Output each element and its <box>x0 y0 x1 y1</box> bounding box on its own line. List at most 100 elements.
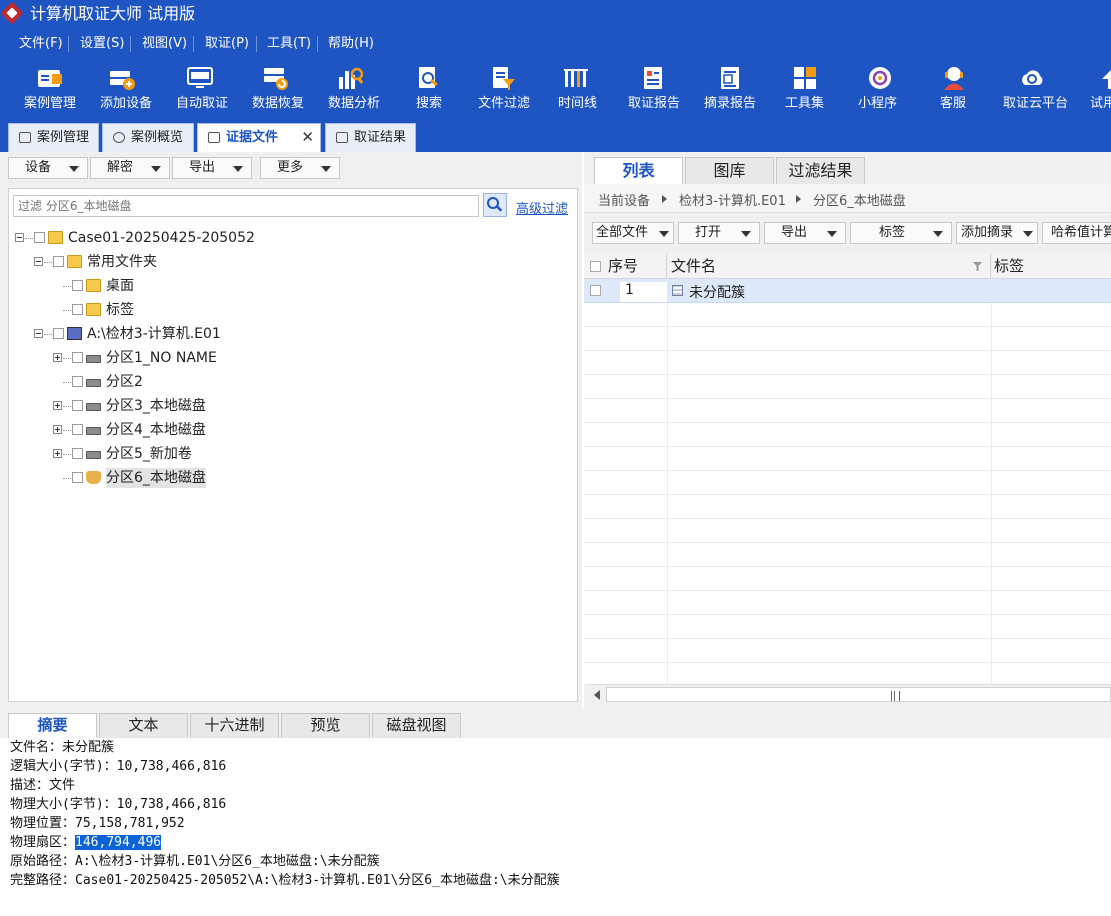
tag-dropdown[interactable]: 标签 <box>850 222 952 244</box>
tree-checkbox[interactable] <box>72 280 83 291</box>
open-dropdown[interactable]: 打开 <box>678 222 760 244</box>
prop-label: 完整路径： <box>10 873 76 888</box>
tree-checkbox[interactable] <box>72 352 83 363</box>
trial-button[interactable]: 试用 <box>1086 58 1111 118</box>
search-button[interactable] <box>483 193 507 217</box>
breadcrumb-item[interactable]: 当前设备 <box>598 190 650 209</box>
prop-value: 75,158,781,952 <box>75 816 185 831</box>
tab-list[interactable]: 列表 <box>594 157 683 184</box>
expand-icon[interactable] <box>53 425 62 434</box>
table-row <box>584 327 1111 351</box>
tree-checkbox[interactable] <box>72 472 83 483</box>
tree-checkbox[interactable] <box>72 448 83 459</box>
scrollbar-thumb[interactable] <box>606 687 1111 702</box>
menu-forensics[interactable]: 取证(P) <box>205 36 249 52</box>
prop-value-selected[interactable]: 146,794,496 <box>75 835 162 850</box>
collapse-icon[interactable] <box>15 233 24 242</box>
all-files-dropdown[interactable]: 全部文件 <box>592 222 674 244</box>
horizontal-scrollbar[interactable] <box>588 684 1111 705</box>
chevron-right-icon <box>796 195 801 203</box>
close-icon[interactable]: ✕ <box>301 124 314 151</box>
advanced-filter-link[interactable]: 高级过滤 <box>516 198 568 217</box>
expand-icon[interactable] <box>53 353 62 362</box>
row-checkbox[interactable] <box>590 285 601 296</box>
hash-calc-dropdown[interactable]: 哈希值计算 <box>1042 222 1111 244</box>
tree-checkbox[interactable] <box>53 256 64 267</box>
device-dropdown[interactable]: 设备 <box>8 157 88 179</box>
export-dropdown[interactable]: 导出 <box>172 157 252 179</box>
mini-program-button[interactable]: 小程序 <box>850 58 910 118</box>
toolset-button[interactable]: 工具集 <box>776 58 836 118</box>
tab-forensic-results[interactable]: 取证结果 <box>325 123 416 152</box>
customer-service-button[interactable]: 客服 <box>924 58 984 118</box>
breadcrumb-item[interactable]: 检材3-计算机.E01 <box>679 190 786 209</box>
tab-summary[interactable]: 摘要 <box>8 713 97 738</box>
tab-disk-view[interactable]: 磁盘视图 <box>372 713 461 738</box>
expand-icon[interactable] <box>53 401 62 410</box>
select-all-checkbox[interactable] <box>590 261 601 272</box>
mini-program-icon <box>869 67 891 89</box>
breadcrumb-item[interactable]: 分区6_本地磁盘 <box>813 190 906 209</box>
tab-filter-results[interactable]: 过滤结果 <box>776 157 865 184</box>
chevron-down-icon <box>321 166 331 172</box>
tab-gallery[interactable]: 图库 <box>685 157 774 184</box>
column-header-filename[interactable]: 文件名 <box>667 254 991 279</box>
tree-node-label: 分区2 <box>106 374 143 390</box>
tree-checkbox[interactable] <box>72 376 83 387</box>
tree-checkbox[interactable] <box>72 400 83 411</box>
collapse-icon[interactable] <box>34 257 43 266</box>
data-analysis-button[interactable]: 数据分析 <box>324 58 384 118</box>
file-filter-button[interactable]: 文件过滤 <box>476 58 536 118</box>
tree-connector <box>63 358 71 360</box>
table-row[interactable]: 1 未分配簇 <box>584 279 1111 303</box>
auto-forensics-button[interactable]: 自动取证 <box>172 58 232 118</box>
menu-help[interactable]: 帮助(H) <box>328 36 374 52</box>
tab-case-overview[interactable]: 案例概览 <box>102 123 194 152</box>
cloud-platform-button[interactable]: 取证云平台 <box>1000 58 1072 118</box>
tree-checkbox[interactable] <box>72 304 83 315</box>
forensic-report-button[interactable]: 取证报告 <box>626 58 686 118</box>
data-recovery-button[interactable]: 数据恢复 <box>248 58 308 118</box>
menu-settings[interactable]: 设置(S) <box>80 36 124 52</box>
toolbar-label: 添加设备 <box>100 96 153 111</box>
menu-file[interactable]: 文件(F) <box>19 36 63 52</box>
search-button[interactable]: 搜索 <box>400 58 460 118</box>
file-list-panel: 列表 图库 过滤结果 当前设备 检材3-计算机.E01 分区6_本地磁盘 全部文… <box>584 152 1111 708</box>
tree-checkbox[interactable] <box>34 232 45 243</box>
add-device-button[interactable]: 添加设备 <box>96 58 156 118</box>
prop-label: 物理大小(字节)： <box>10 797 117 812</box>
menu-separator <box>130 36 131 52</box>
tab-preview[interactable]: 预览 <box>281 713 370 738</box>
expand-icon[interactable] <box>53 449 62 458</box>
filter-funnel-icon[interactable] <box>973 262 982 271</box>
timeline-button[interactable]: 时间线 <box>552 58 612 118</box>
tree-checkbox[interactable] <box>72 424 83 435</box>
toolbar-label: 案例管理 <box>24 96 77 111</box>
scroll-left-icon[interactable] <box>594 690 600 700</box>
column-header-tag[interactable]: 标签 <box>991 254 1111 279</box>
export-list-dropdown[interactable]: 导出 <box>764 222 846 244</box>
decrypt-dropdown[interactable]: 解密 <box>90 157 170 179</box>
filter-input[interactable] <box>13 195 479 217</box>
menu-view[interactable]: 视图(V) <box>142 36 187 52</box>
tab-text[interactable]: 文本 <box>99 713 188 738</box>
case-management-button[interactable]: 案例管理 <box>20 58 80 118</box>
tab-label: 案例概览 <box>131 130 184 145</box>
tab-evidence-files[interactable]: 证据文件 ✕ <box>197 123 321 152</box>
collapse-icon[interactable] <box>34 329 43 338</box>
tab-case-management[interactable]: 案例管理 <box>8 123 99 152</box>
add-device-icon <box>110 71 135 90</box>
hard-drive-icon <box>86 403 101 411</box>
disk-image-icon <box>67 327 82 340</box>
column-header-label: 序号 <box>608 257 639 275</box>
table-row <box>584 375 1111 399</box>
tree-node-label: Case01-20250425-205052 <box>68 230 255 246</box>
prop-value: 文件 <box>49 778 76 793</box>
menu-tools[interactable]: 工具(T) <box>267 36 311 52</box>
more-dropdown[interactable]: 更多 <box>260 157 340 179</box>
tab-hex[interactable]: 十六进制 <box>190 713 279 738</box>
tree-checkbox[interactable] <box>53 328 64 339</box>
add-excerpt-dropdown[interactable]: 添加摘录 <box>956 222 1038 244</box>
excerpt-report-button[interactable]: 摘录报告 <box>702 58 762 118</box>
column-header-index[interactable]: 序号 <box>584 254 667 279</box>
